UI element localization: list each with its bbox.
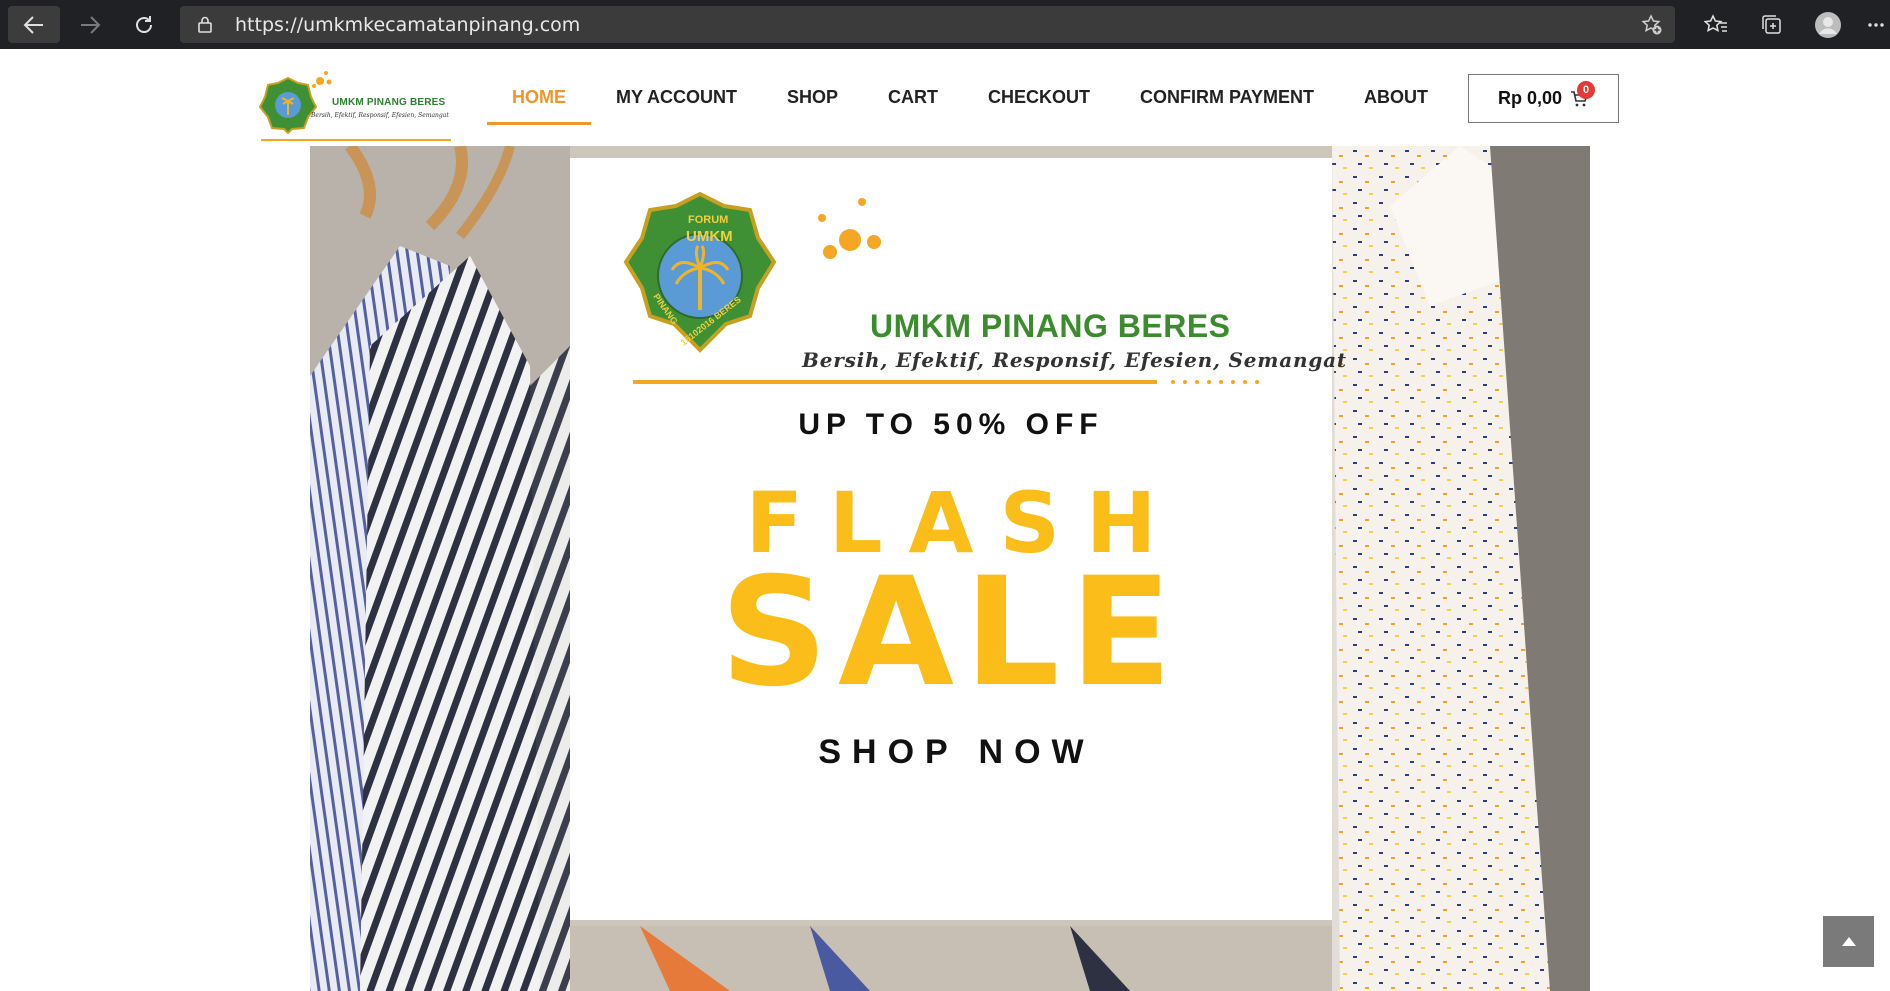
address-bar[interactable]: https://umkmkecamatanpinang.com [180,6,1675,43]
logo-title: UMKM PINANG BERES [332,97,446,108]
brand-dots-icon [818,198,881,259]
brand-underline [633,380,1157,384]
brand-title: UMKM PINANG BERES [870,308,1231,344]
scroll-to-top-button[interactable] [1823,916,1874,967]
url-text[interactable]: https://umkmkecamatanpinang.com [235,14,580,36]
umkm-emblem-icon [258,76,318,135]
shop-now-link[interactable]: SHOP NOW [570,733,1332,772]
favorites-button[interactable] [1700,9,1732,41]
brand-tagline: Bersih, Efektif, Responsif, Efesien, Sem… [802,348,1347,372]
flash-sale-card: FORUM UMKM PINANG 15102016 BERES UMKM PI… [570,158,1346,920]
profile-icon [1815,12,1841,38]
logo-underline [261,139,451,141]
menu-item-checkout[interactable]: CHECKOUT [963,49,1115,145]
menu-item-shop[interactable]: SHOP [762,49,863,145]
menu-item-my-account[interactable]: MY ACCOUNT [591,49,762,145]
browser-toolbar: https://umkmkecamatanpinang.com [0,0,1890,49]
lock-icon [198,16,212,33]
logo-tagline: Bersih, Efektif, Responsif, Efesien, Sem… [311,112,449,119]
menu-item-about[interactable]: ABOUT [1339,49,1453,145]
forward-icon [81,15,101,34]
chevron-up-icon [1841,937,1856,946]
offer-text: UP TO 50% OFF [798,408,1104,441]
logo-dots-icon [312,71,332,88]
emblem-forum-text: FORUM [688,214,729,226]
more-button[interactable] [1862,9,1890,41]
brand-underline-dots [1171,380,1259,384]
back-button[interactable] [8,6,60,43]
reload-button[interactable] [118,6,170,43]
cart-total: Rp 0,00 [1498,88,1563,108]
main-menu: HOME MY ACCOUNT SHOP CART CHECKOUT CONFI… [487,49,1453,145]
menu-item-home[interactable]: HOME [487,49,591,145]
site-logo[interactable]: UMKM PINANG BERES Bersih, Efektif, Respo… [258,67,453,141]
menu-item-cart[interactable]: CART [863,49,963,145]
site-header: UMKM PINANG BERES Bersih, Efektif, Respo… [0,49,1890,145]
collections-button[interactable] [1756,9,1788,41]
sale-headline: SALE [719,546,1183,720]
collections-icon [1762,15,1781,34]
emblem-umkm-text: UMKM [686,228,733,245]
add-favorite-icon[interactable] [1641,14,1663,36]
favorites-icon [1704,14,1727,33]
profile-button[interactable] [1812,9,1844,41]
hero-banner[interactable]: FORUM UMKM PINANG 15102016 BERES UMKM PI… [310,146,1590,991]
back-icon [23,15,43,34]
forward-button[interactable] [64,6,116,43]
menu-item-confirm-payment[interactable]: CONFIRM PAYMENT [1115,49,1339,145]
cart-button[interactable]: Rp 0,00 0 [1468,74,1619,123]
more-icon [1868,23,1884,27]
cart-count-badge: 0 [1577,81,1595,99]
reload-icon [136,15,152,33]
